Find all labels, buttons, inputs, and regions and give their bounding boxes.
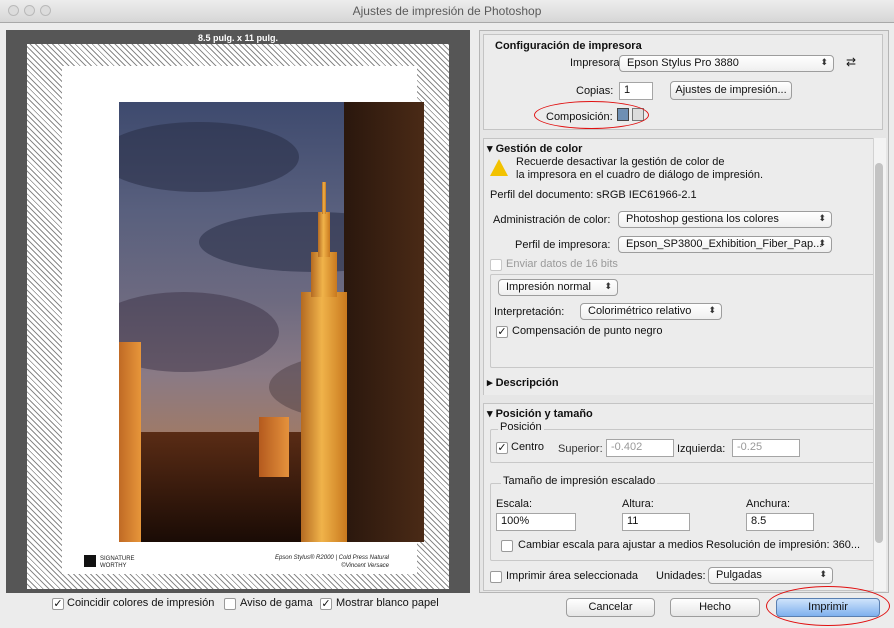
printer-select[interactable]: Epson Stylus Pro 3880 ⬍ [619,55,834,72]
warning-line2: la impresora en el cuadro de diálogo de … [516,169,764,181]
height-field[interactable]: 11 [622,513,690,531]
print-mode-select[interactable]: Impresión normal ⬍ [498,279,618,296]
height-label: Altura: [622,498,654,510]
match-colors-checkbox[interactable]: ✓ [52,598,64,610]
printable-area: SIGNATURE WORTHY Epson Stylus® R2000 | C… [62,66,424,574]
printer-profile-label: Perfil de impresora: [515,239,611,251]
show-paper-white-checkbox[interactable]: ✓ [320,598,332,610]
disclosure-open-icon: ▾ [487,408,496,420]
gamut-warning-label: Aviso de gama [240,597,313,609]
layout-highlight-oval [534,101,649,129]
done-button[interactable]: Hecho [670,598,760,617]
send-16bit-label: Enviar datos de 16 bits [506,258,618,270]
settings-panel: Configuración de impresora Impresora: Ep… [479,30,889,593]
printer-label: Impresora: [570,57,623,69]
center-label: Centro [511,441,545,453]
scale-field[interactable]: 100% [496,513,576,531]
color-handling-select[interactable]: Photoshop gestiona los colores ⬍ [618,211,832,228]
rendering-select[interactable]: Colorimétrico relativo ⬍ [580,303,722,320]
black-point-label: Compensación de punto negro [512,325,663,337]
paper-size-label: 8.5 pulg. x 11 pulg. [197,33,279,43]
logo-text: SIGNATURE WORTHY [100,556,135,569]
position-size-section: ▾ Posición y tamaño Posición ✓ Centro Su… [483,403,883,591]
updown-arrow-icon: ⬍ [604,281,612,291]
document-profile: Perfil del documento: sRGB IEC61966-2.1 [490,189,697,201]
window-title: Ajustes de impresión de Photoshop [352,4,542,18]
print-preview: 8.5 pulg. x 11 pulg. SIGNATURE WORTHY Ep… [6,30,470,593]
center-checkbox[interactable]: ✓ [496,442,508,454]
copies-field[interactable]: 1 [619,82,653,100]
cancel-button[interactable]: Cancelar [566,598,655,617]
updown-arrow-icon: ⬍ [820,57,828,67]
printer-setup-heading: Configuración de impresora [495,40,642,52]
print-resolution: Resolución de impresión: 360... [706,539,861,551]
match-colors-label: Coincidir colores de impresión [67,597,215,609]
warning-line1: Recuerde desactivar la gestión de color … [516,156,725,168]
print-selected-checkbox[interactable] [490,571,502,583]
copies-label: Copias: [576,85,614,97]
gamut-warning-checkbox[interactable] [224,598,236,610]
print-settings-button[interactable]: Ajustes de impresión... [670,81,792,100]
updown-arrow-icon: ⬍ [819,569,827,579]
top-field[interactable]: -0.402 [606,439,674,457]
color-handling-label: Administración de color: [493,214,611,226]
rendering-label: Interpretación: [494,306,565,318]
scale-to-fit-label: Cambiar escala para ajustar a medios [518,539,704,551]
printer-profile-select[interactable]: Epson_SP3800_Exhibition_Fiber_Pap... ⬍ [618,236,832,253]
black-point-checkbox[interactable]: ✓ [496,326,508,338]
scale-to-fit-checkbox[interactable] [501,540,513,552]
printer-setup-section: Configuración de impresora Impresora: Ep… [483,34,883,130]
warning-icon [490,159,508,176]
position-group-label: Posición [498,421,544,433]
color-management-section: ▾ Gestión de color Recuerde desactivar l… [483,138,883,395]
scaled-size-group-label: Tamaño de impresión escalado [501,475,658,487]
print-highlight-oval [766,586,890,626]
description-heading[interactable]: ▸ Descripción [487,376,559,389]
position-size-heading[interactable]: ▾ Posición y tamaño [487,407,593,420]
updown-arrow-icon: ⬍ [818,238,826,248]
width-label: Anchura: [746,498,791,510]
caption-line1: Epson Stylus® R2000 | Cold Press Natural [274,555,389,561]
units-label: Unidades: [656,570,706,582]
disclosure-open-icon: ▾ [487,143,496,155]
updown-arrow-icon: ⬍ [708,305,716,315]
printer-setup-icon[interactable]: ⇄ [846,55,856,69]
scale-label: Escala: [496,498,533,510]
signature-worthy-logo-icon [84,555,96,567]
title-bar: Ajustes de impresión de Photoshop [0,0,894,23]
left-field[interactable]: -0.25 [732,439,800,457]
updown-arrow-icon: ⬍ [818,213,826,223]
caption-line2: ©Vincent Versace [341,563,389,569]
scrollbar-thumb[interactable] [875,163,883,543]
color-management-heading[interactable]: ▾ Gestión de color [487,142,582,155]
print-selected-label: Imprimir área seleccionada [506,570,639,582]
show-paper-white-label: Mostrar blanco papel [336,597,439,609]
preview-photo[interactable] [119,102,424,542]
width-field[interactable]: 8.5 [746,513,814,531]
top-label: Superior: [558,443,603,455]
left-label: Izquierda: [677,443,726,455]
paper-hatch-border: SIGNATURE WORTHY Epson Stylus® R2000 | C… [27,44,449,589]
disclosure-closed-icon: ▸ [487,377,496,389]
units-select[interactable]: Pulgadas ⬍ [708,567,833,584]
send-16bit-checkbox[interactable] [490,259,502,271]
